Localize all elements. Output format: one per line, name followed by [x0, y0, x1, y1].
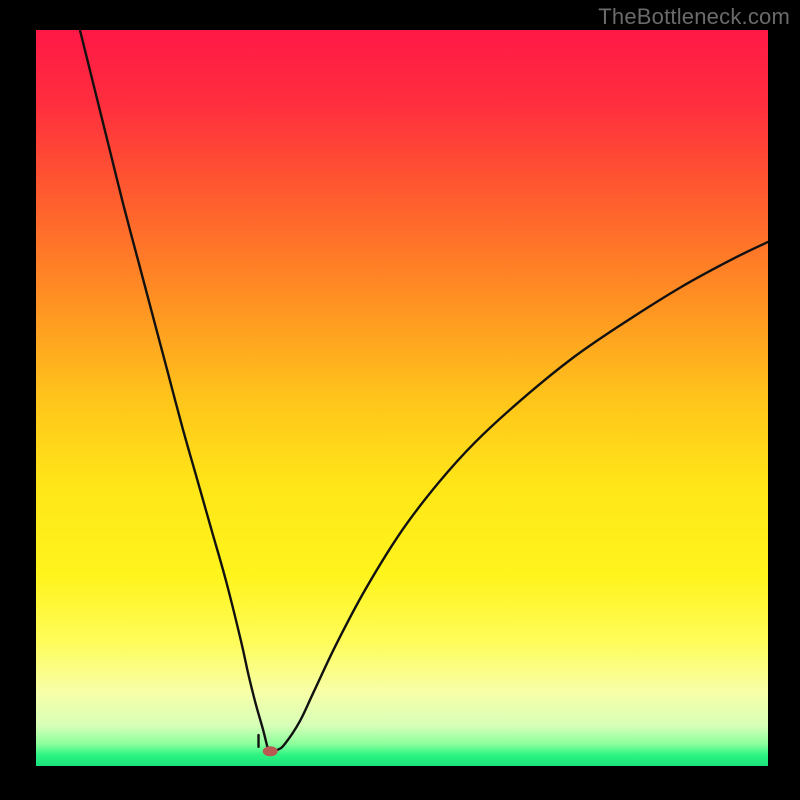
- plot-area: [36, 30, 768, 766]
- watermark-label: TheBottleneck.com: [598, 4, 790, 30]
- min-marker: [263, 746, 278, 756]
- chart-frame: TheBottleneck.com: [0, 0, 800, 800]
- gradient-background: [36, 30, 768, 766]
- chart-svg: [36, 30, 768, 766]
